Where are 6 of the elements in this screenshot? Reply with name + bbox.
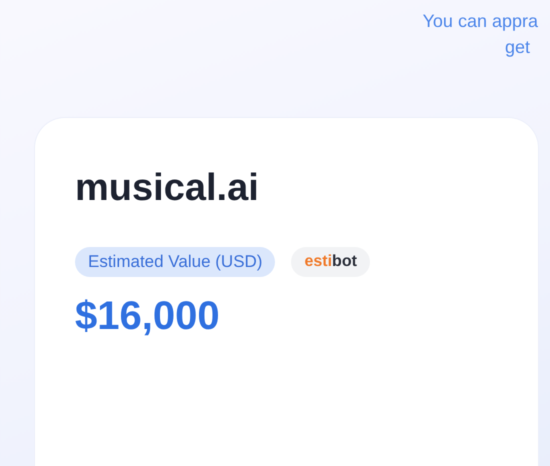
intro-text: You can appra: [422, 10, 538, 32]
intro-text: get: [504, 36, 530, 58]
estibot-logo: estibot: [291, 247, 370, 277]
estimated-value: $16,000: [75, 293, 220, 339]
domain-name: musical.ai: [75, 166, 259, 210]
estimated-value-label: Estimated Value (USD): [75, 247, 276, 277]
